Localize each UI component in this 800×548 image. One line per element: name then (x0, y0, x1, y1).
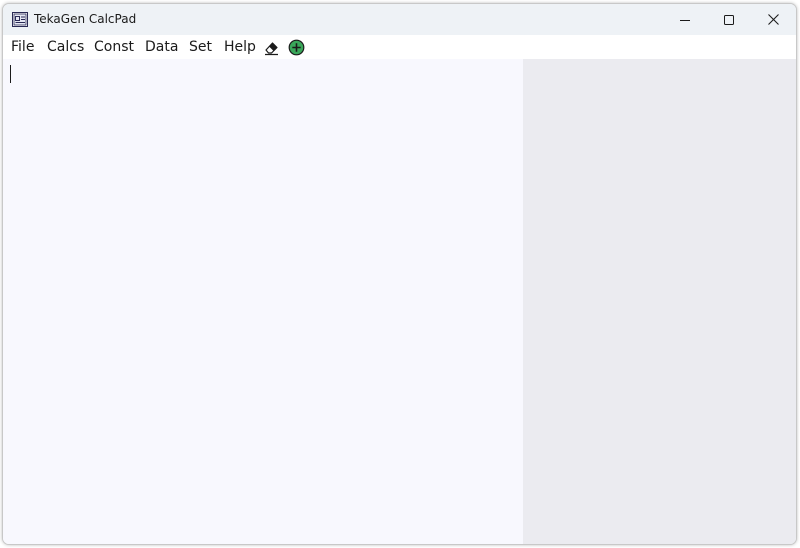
close-icon (768, 14, 779, 25)
eraser-icon[interactable] (263, 39, 280, 56)
menu-bar: File Calcs Const Data Set Help (3, 35, 796, 59)
calcpad-app-icon (12, 12, 28, 27)
menu-help[interactable]: Help (224, 38, 256, 57)
close-button[interactable] (751, 4, 796, 35)
text-caret (10, 65, 11, 83)
app-window: TekaGen CalcPad File Calcs Const Data Se… (2, 3, 797, 545)
minimize-icon (679, 15, 690, 25)
menu-set[interactable]: Set (189, 38, 212, 57)
maximize-button[interactable] (706, 4, 751, 35)
window-title: TekaGen CalcPad (34, 12, 137, 26)
menu-const[interactable]: Const (94, 38, 134, 57)
menu-calcs[interactable]: Calcs (47, 38, 84, 57)
results-pane (523, 59, 796, 544)
maximize-icon (723, 14, 734, 25)
minimize-button[interactable] (662, 4, 707, 35)
add-circle-icon[interactable] (288, 39, 305, 56)
menu-data[interactable]: Data (145, 38, 178, 57)
menu-file[interactable]: File (11, 38, 34, 57)
title-bar[interactable]: TekaGen CalcPad (3, 4, 796, 35)
editor-pane[interactable] (3, 59, 523, 544)
